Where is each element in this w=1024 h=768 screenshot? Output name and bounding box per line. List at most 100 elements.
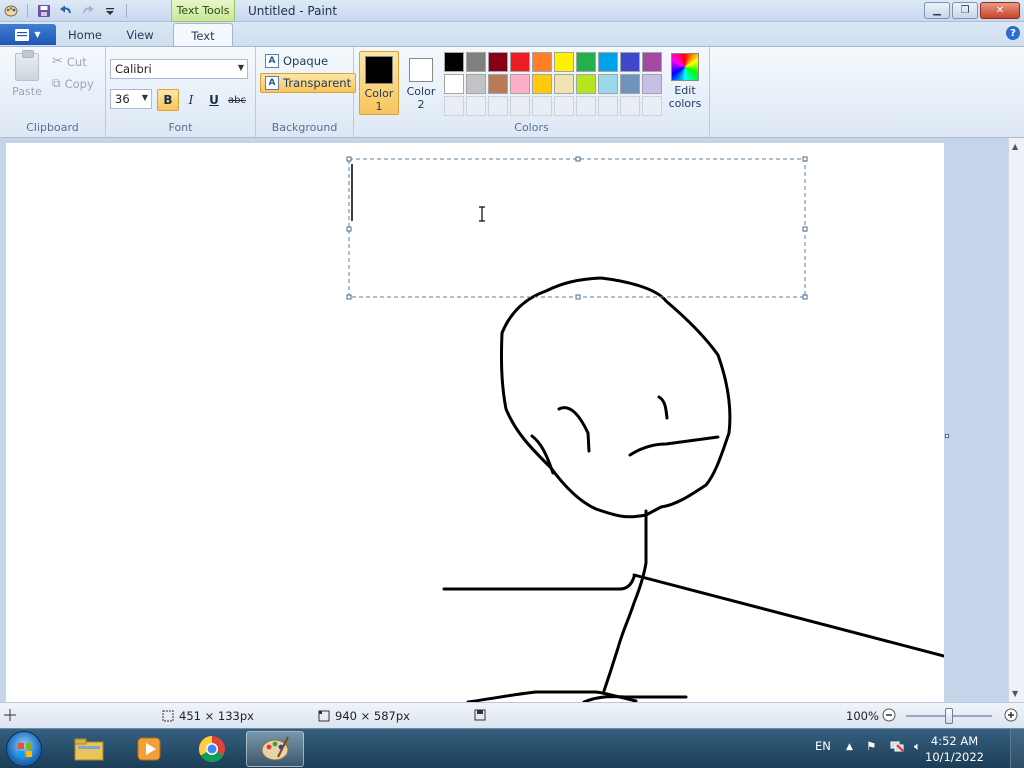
taskbar-paint[interactable]: [246, 731, 304, 767]
close-icon: ✕: [995, 5, 1005, 16]
palette-color-1-9[interactable]: [620, 52, 640, 72]
custom-color-slot[interactable]: [488, 96, 508, 116]
bold-button[interactable]: B: [157, 89, 179, 111]
color1-button[interactable]: Color 1: [359, 51, 399, 115]
background-group: A Opaque A Transparent Background: [256, 47, 357, 137]
edit-colors-label: Edit colors: [668, 84, 702, 110]
tab-view[interactable]: View: [116, 23, 164, 46]
paint-menu-button[interactable]: ▼: [0, 24, 56, 45]
font-family-select[interactable]: Calibri ▼: [110, 59, 248, 79]
palette-color-2-4[interactable]: [510, 74, 530, 94]
custom-color-slot[interactable]: [444, 96, 464, 116]
color-spectrum-icon: [671, 53, 699, 81]
palette-color-1-1[interactable]: [444, 52, 464, 72]
custom-color-slot[interactable]: [532, 96, 552, 116]
chevron-down-icon: ▼: [141, 93, 148, 102]
transparent-button[interactable]: A Transparent: [260, 73, 357, 93]
show-desktop-button[interactable]: [1010, 729, 1024, 768]
transparent-label: Transparent: [283, 76, 352, 90]
palette-color-1-10[interactable]: [642, 52, 662, 72]
cursor-position-icon: [4, 709, 16, 721]
custom-color-slot[interactable]: [620, 96, 640, 116]
undo-icon[interactable]: [57, 2, 75, 20]
vertical-scrollbar[interactable]: ▲ ▼: [1008, 138, 1024, 702]
tab-home[interactable]: Home: [62, 23, 108, 46]
custom-color-slot[interactable]: [576, 96, 596, 116]
language-indicator[interactable]: EN: [815, 739, 831, 753]
scroll-down-icon[interactable]: ▼: [1012, 689, 1018, 698]
ibeam-cursor-icon: [479, 206, 485, 222]
color1-swatch: [365, 56, 393, 84]
palette-color-1-5[interactable]: [532, 52, 552, 72]
selection-icon: [162, 710, 174, 722]
colors-group-label: Colors: [514, 121, 549, 134]
restore-button[interactable]: ❐: [952, 2, 978, 19]
save-icon[interactable]: [35, 2, 53, 20]
chrome-icon: [198, 735, 225, 763]
taskbar-media-player[interactable]: [120, 731, 178, 767]
edit-colors-button[interactable]: Edit colors: [666, 51, 704, 110]
window-controls: ▁ ❐ ✕: [924, 2, 1020, 19]
zoom-out-button[interactable]: [882, 708, 896, 722]
cut-button[interactable]: ✂ Cut: [52, 54, 87, 69]
zoom-in-button[interactable]: [1004, 708, 1018, 722]
underline-button[interactable]: U: [203, 89, 225, 111]
custom-color-slot[interactable]: [466, 96, 486, 116]
palette-color-1-7[interactable]: [576, 52, 596, 72]
taskbar-chrome[interactable]: [183, 731, 241, 767]
close-button[interactable]: ✕: [980, 2, 1020, 19]
palette-color-1-3[interactable]: [488, 52, 508, 72]
status-bar: 451 × 133px 940 × 587px 100%: [0, 702, 1024, 728]
palette-color-1-6[interactable]: [554, 52, 574, 72]
palette-color-2-9[interactable]: [620, 74, 640, 94]
redo-icon[interactable]: [79, 2, 97, 20]
color2-label: Color 2: [406, 85, 436, 111]
canvas-resize-handle[interactable]: [945, 434, 949, 438]
palette-color-2-7[interactable]: [576, 74, 596, 94]
action-center-icon[interactable]: ⚑: [866, 739, 876, 753]
opaque-button[interactable]: A Opaque: [260, 51, 333, 71]
custom-color-slot[interactable]: [598, 96, 618, 116]
palette-color-2-8[interactable]: [598, 74, 618, 94]
volume-icon[interactable]: 🔈︎: [914, 739, 921, 754]
palette-color-2-6[interactable]: [554, 74, 574, 94]
taskbar-explorer[interactable]: [60, 731, 118, 767]
custom-color-slot[interactable]: [642, 96, 662, 116]
palette-color-1-4[interactable]: [510, 52, 530, 72]
palette-color-1-2[interactable]: [466, 52, 486, 72]
custom-color-slot[interactable]: [510, 96, 530, 116]
custom-color-slot[interactable]: [554, 96, 574, 116]
minimize-button[interactable]: ▁: [924, 2, 950, 19]
font-group: Calibri ▼ 36 ▼ B I U abc Font: [106, 47, 256, 137]
tab-text[interactable]: Text: [173, 23, 233, 47]
customize-qat-icon[interactable]: [101, 2, 119, 20]
stick-figure-drawing: [346, 156, 946, 704]
start-button[interactable]: [6, 731, 42, 767]
system-clock[interactable]: 4:52 AM 10/1/2022: [925, 733, 984, 765]
palette-color-2-2[interactable]: [466, 74, 486, 94]
title-bar: Text Tools Untitled - Paint ▁ ❐ ✕: [0, 0, 1024, 22]
tray-expand-icon[interactable]: ▲: [846, 742, 853, 752]
font-size-select[interactable]: 36 ▼: [110, 89, 152, 109]
palette-color-1-8[interactable]: [598, 52, 618, 72]
copy-button[interactable]: ⧉ Copy: [52, 76, 94, 91]
help-icon[interactable]: ?: [1006, 26, 1020, 40]
font-size-value: 36: [115, 92, 130, 106]
palette-color-2-1[interactable]: [444, 74, 464, 94]
file-size-icon: [474, 709, 486, 721]
network-icon[interactable]: [890, 739, 904, 756]
italic-button[interactable]: I: [180, 89, 202, 111]
palette-color-2-3[interactable]: [488, 74, 508, 94]
palette-color-2-10[interactable]: [642, 74, 662, 94]
paste-button[interactable]: Paste: [8, 50, 46, 98]
scroll-up-icon[interactable]: ▲: [1012, 142, 1018, 151]
paint-app-icon[interactable]: [2, 2, 20, 20]
color2-button[interactable]: Color 2: [401, 51, 441, 115]
zoom-slider-thumb[interactable]: [945, 708, 953, 724]
cut-label: Cut: [66, 54, 87, 69]
drawing-canvas[interactable]: [6, 143, 946, 704]
canvas-size: 940 × 587px: [318, 709, 410, 723]
strikethrough-button[interactable]: abc: [226, 89, 248, 111]
zoom-level: 100%: [846, 709, 879, 723]
palette-color-2-5[interactable]: [532, 74, 552, 94]
